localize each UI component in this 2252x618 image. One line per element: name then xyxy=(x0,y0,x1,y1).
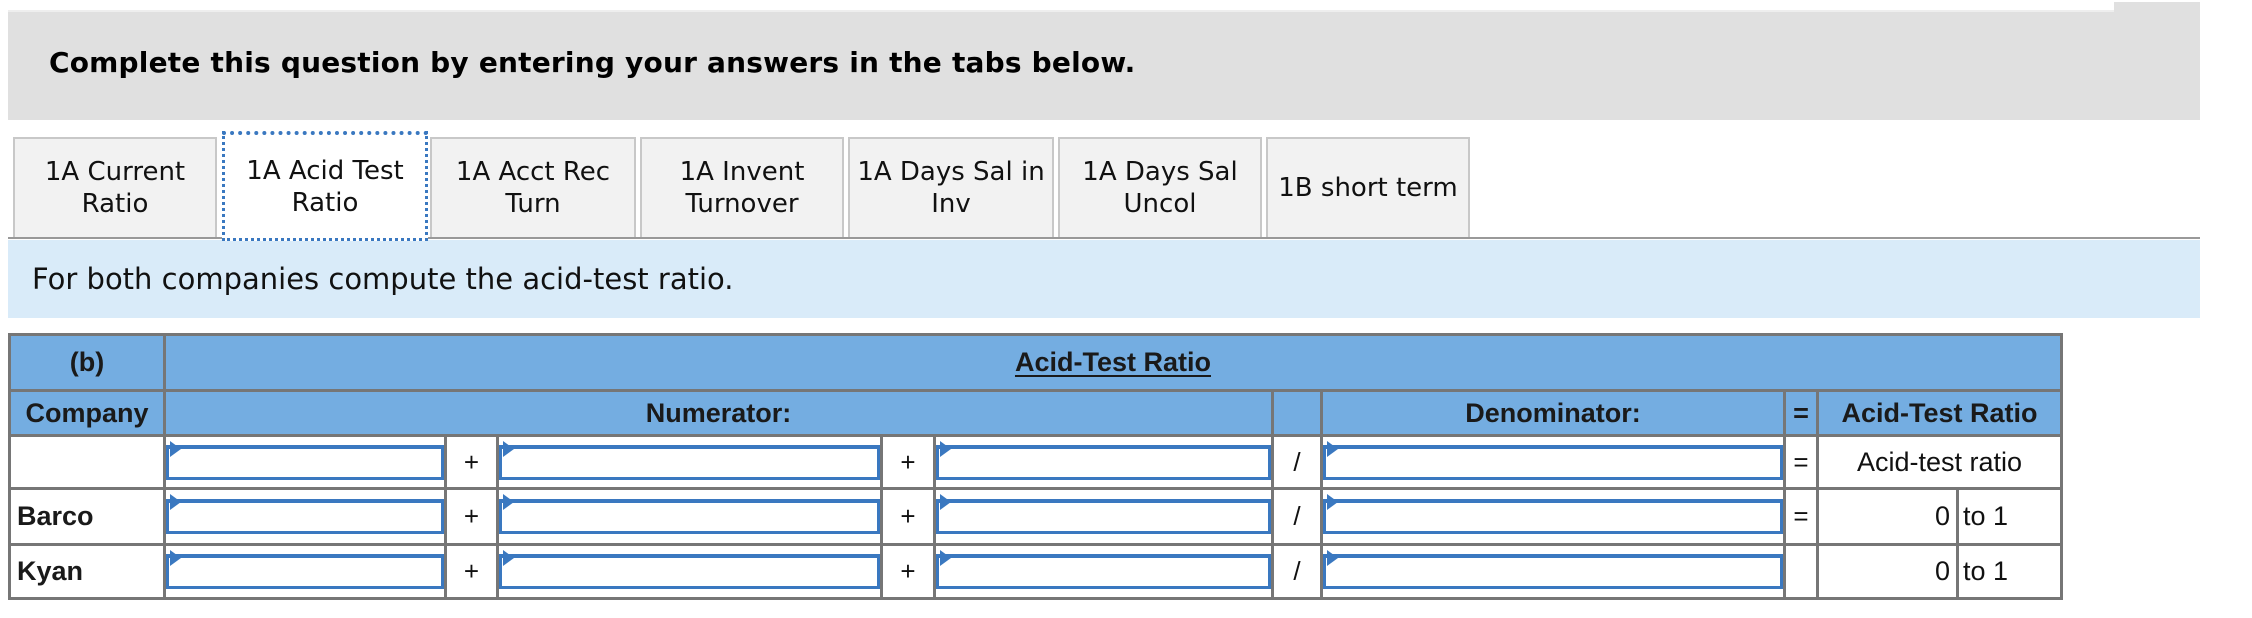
company-name-barco: Barco xyxy=(8,487,166,546)
denominator-header: Denominator: xyxy=(1320,389,1786,437)
label-row-numerator-2-input[interactable] xyxy=(499,444,880,480)
acid-test-ratio-table: (b) Acid-Test Ratio Company Numerator: D… xyxy=(8,333,2063,600)
barco-numerator-1-cell xyxy=(163,487,447,546)
tab-1a-invent-turnover[interactable]: 1A Invent Turnover xyxy=(640,137,844,237)
equals-header: = xyxy=(1783,389,1819,437)
plus-sign: + xyxy=(880,434,936,490)
tab-label: Uncol xyxy=(1123,189,1197,219)
part-label: (b) xyxy=(8,333,166,392)
tab-label: 1A Invent xyxy=(679,157,805,187)
tab-1a-acid-test-ratio[interactable]: 1A Acid Test Ratio xyxy=(222,131,428,241)
label-row-denominator-cell xyxy=(1320,434,1786,490)
equals-sign: = xyxy=(1783,487,1819,546)
barco-numerator-2-input[interactable] xyxy=(499,499,880,534)
plus-sign: + xyxy=(444,434,499,490)
divide-sign: / xyxy=(1271,487,1323,546)
kyan-denominator-cell xyxy=(1320,543,1786,600)
plus-sign: + xyxy=(444,487,499,546)
table-title-cell: Acid-Test Ratio xyxy=(163,333,2063,392)
label-row-numerator-2-cell xyxy=(496,434,883,490)
barco-numerator-2-cell xyxy=(496,487,883,546)
numerator-header: Numerator: xyxy=(163,389,1274,437)
tab-label: Turnover xyxy=(685,189,799,219)
plus-sign: + xyxy=(880,487,936,546)
label-row-numerator-3-cell xyxy=(933,434,1274,490)
plus-sign: + xyxy=(444,543,499,600)
instruction-box: For both companies compute the acid-test… xyxy=(8,240,2200,318)
divide-header-cell xyxy=(1271,389,1323,437)
instruction-text: For both companies compute the acid-test… xyxy=(32,262,734,296)
divide-sign: / xyxy=(1271,434,1323,490)
kyan-result-value: 0 xyxy=(1816,543,1959,600)
label-row-company xyxy=(8,434,166,490)
kyan-numerator-3-cell xyxy=(933,543,1274,600)
tab-1a-days-sal-uncol[interactable]: 1A Days Sal Uncol xyxy=(1058,137,1262,237)
result-label: Acid-test ratio xyxy=(1816,434,2063,490)
tab-bar: 1A Current Ratio 1A Acid Test Ratio 1A Acc… xyxy=(13,131,2200,241)
label-row-denominator-input[interactable] xyxy=(1323,444,1783,480)
kyan-numerator-1-input[interactable] xyxy=(166,554,444,589)
kyan-denominator-input[interactable] xyxy=(1323,554,1783,589)
kyan-numerator-2-input[interactable] xyxy=(499,554,880,589)
kyan-numerator-3-input[interactable] xyxy=(936,554,1271,589)
tab-1a-acct-rec-turn[interactable]: 1A Acct Rec Turn xyxy=(430,137,636,237)
tab-label: 1A Acid Test xyxy=(246,155,404,186)
barco-result-value: 0 xyxy=(1816,487,1959,546)
tab-1a-days-sal-in-inv[interactable]: 1A Days Sal in Inv xyxy=(848,137,1054,237)
tab-1a-current-ratio[interactable]: 1A Current Ratio xyxy=(13,137,217,237)
tab-label: Ratio xyxy=(291,187,359,218)
company-header: Company xyxy=(8,389,166,437)
kyan-result-unit: to 1 xyxy=(1956,543,2063,600)
barco-denominator-input[interactable] xyxy=(1323,499,1783,534)
tab-label: 1A Current xyxy=(44,157,186,187)
tab-1b-short-term[interactable]: 1B short term xyxy=(1266,137,1470,237)
plus-sign: + xyxy=(880,543,936,600)
barco-numerator-3-cell xyxy=(933,487,1274,546)
equals-sign: = xyxy=(1783,434,1819,490)
tab-label: Turn xyxy=(505,189,561,219)
tab-label: 1A Acct Rec xyxy=(455,157,611,187)
barco-result-unit: to 1 xyxy=(1956,487,2063,546)
tab-label: 1B short term xyxy=(1278,173,1458,203)
barco-numerator-1-input[interactable] xyxy=(166,499,444,534)
label-row-numerator-3-input[interactable] xyxy=(936,444,1271,480)
table-title: Acid-Test Ratio xyxy=(1014,347,1211,377)
barco-numerator-3-input[interactable] xyxy=(936,499,1271,534)
kyan-numerator-2-cell xyxy=(496,543,883,600)
label-row-numerator-1-cell xyxy=(163,434,447,490)
kyan-numerator-1-cell xyxy=(163,543,447,600)
result-header: Acid-Test Ratio xyxy=(1816,389,2063,437)
tab-label: Inv xyxy=(931,189,971,219)
barco-denominator-cell xyxy=(1320,487,1786,546)
tab-label: 1A Days Sal xyxy=(1082,157,1238,187)
banner-text: Complete this question by entering your … xyxy=(49,46,1136,79)
equals-cell-empty xyxy=(1783,543,1819,600)
label-row-numerator-1-input[interactable] xyxy=(166,444,444,480)
company-name-kyan: Kyan xyxy=(8,543,166,600)
instructions-banner: Complete this question by entering your … xyxy=(8,12,2200,120)
tab-label: Ratio xyxy=(81,189,149,219)
tab-label: 1A Days Sal in xyxy=(857,157,1045,187)
divide-sign: / xyxy=(1271,543,1323,600)
